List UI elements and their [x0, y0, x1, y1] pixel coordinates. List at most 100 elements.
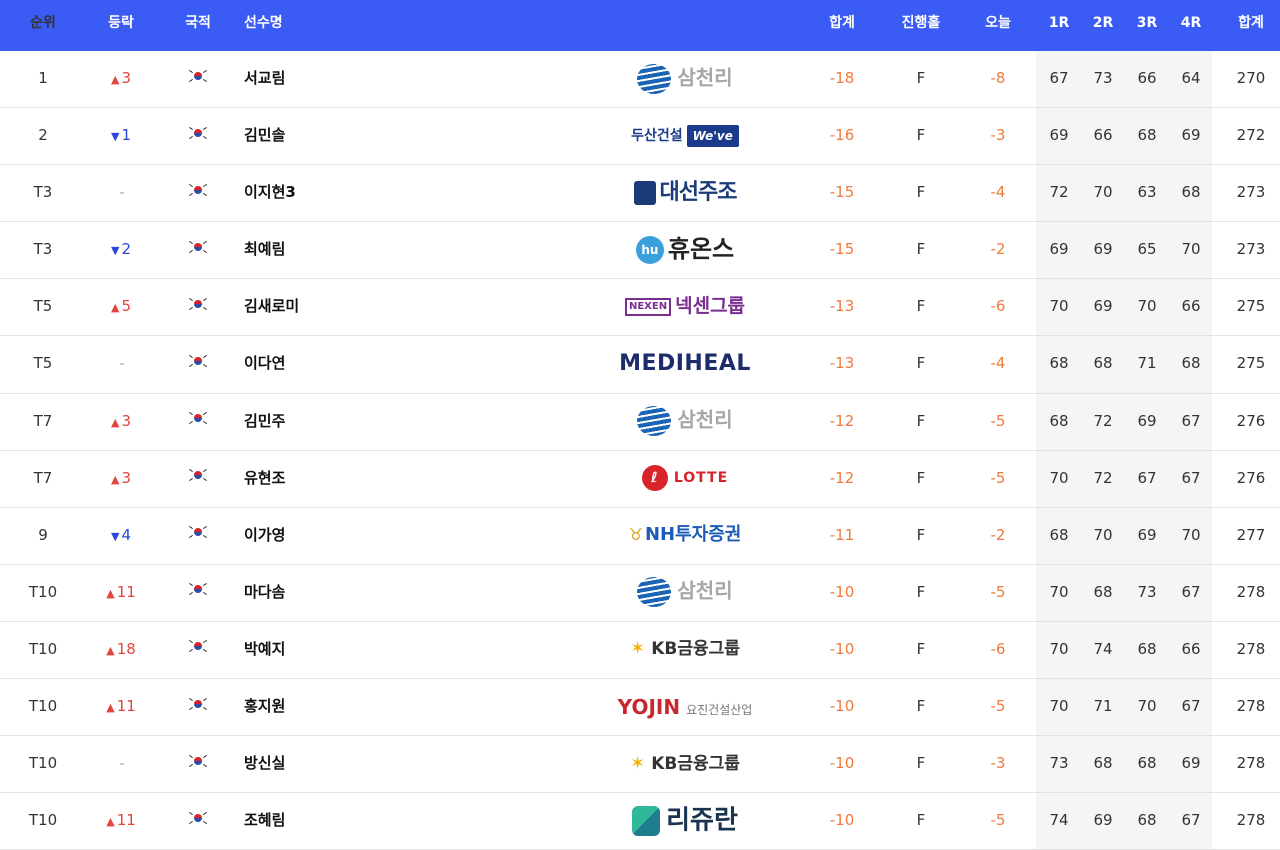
total-score: -10	[829, 582, 855, 601]
player-name[interactable]: 최예림	[244, 222, 504, 279]
round1-score: 70	[1049, 582, 1069, 601]
sponsor-logo: 리쥬란	[600, 793, 770, 850]
today-score: -5	[990, 411, 1006, 430]
sponsor-sub-text: ℓ	[641, 465, 668, 492]
sponsor-text: 리쥬란	[666, 805, 738, 836]
round3-score: 68	[1137, 639, 1157, 658]
player-name[interactable]: 김새로미	[244, 279, 504, 336]
round3-score: 66	[1137, 69, 1157, 87]
sponsor-logo: ℓ LOTTE	[600, 451, 770, 508]
round1-score: 70	[1049, 697, 1069, 716]
movement-cell: ▼ 1	[86, 108, 156, 165]
movement-value: 2	[121, 240, 131, 259]
player-name[interactable]: 유현조	[244, 451, 504, 508]
table-row[interactable]: T10 ▲ 11 마다솜 삼천리 -10 F -5 70 68 73 67 278	[0, 565, 1280, 622]
total-score: -13	[829, 354, 855, 373]
sponsor-yojin-logo: YOJIN 요진건설산업	[618, 697, 753, 717]
total-strokes: 278	[1236, 811, 1266, 830]
table-row[interactable]: T10 ▲ 11 홍지원 YOJIN 요진건설산업 -10 F -5 70 71 7…	[0, 679, 1280, 737]
player-name[interactable]: 김민솔	[244, 108, 504, 165]
korea-flag-icon	[189, 753, 207, 768]
today-score: -3	[990, 126, 1006, 145]
header-r1: 1R	[1048, 15, 1070, 31]
sponsor-text: NH투자증권	[644, 524, 742, 546]
total-score: -12	[829, 468, 855, 487]
table-row[interactable]: T10 ▲ 11 조혜림 리쥬란 -10 F -5 74 69 68 67 278	[0, 793, 1280, 850]
movement-value: 4	[121, 525, 131, 544]
sponsor-nexen-logo: NEXEN 넥센그룹	[624, 297, 745, 316]
round2-score: 74	[1093, 639, 1113, 658]
movement-cell: ▲ 11	[86, 679, 156, 736]
round3-score: 69	[1137, 525, 1157, 544]
today-score: -3	[990, 754, 1006, 773]
header-r3: 3R	[1136, 15, 1158, 31]
header-total: 합계	[829, 15, 855, 31]
arrow-up-icon: ▲	[110, 73, 120, 86]
movement-value: -	[119, 183, 125, 202]
sponsor-samchully-logo: 삼천리	[637, 577, 733, 608]
round3-score: 73	[1137, 582, 1157, 601]
today-score: -8	[990, 69, 1006, 87]
player-name[interactable]: 이가영	[244, 508, 504, 565]
korea-flag-icon	[189, 182, 207, 197]
sponsor-daesun-logo: 대선주조	[633, 180, 737, 205]
leaderboard: 순위 등락 국적 선수명 합계 진행홀 오늘 1R 2R 3R 4R 합계 1 …	[0, 0, 1280, 850]
today-score: -6	[990, 639, 1006, 658]
samchully-mark-icon	[637, 577, 672, 608]
total-strokes: 276	[1236, 411, 1266, 430]
hole-progress: F	[916, 126, 926, 145]
player-name[interactable]: 조혜림	[244, 793, 504, 850]
total-score: -16	[829, 126, 855, 145]
table-row[interactable]: T10 ▲ 18 박예지 ✶ KB금융그룹 -10 F -6 70 74 68 66…	[0, 622, 1280, 680]
round1-score: 70	[1049, 297, 1069, 316]
player-name[interactable]: 박예지	[244, 622, 504, 679]
rank-cell: T5	[33, 354, 53, 373]
today-score: -4	[990, 354, 1006, 373]
round2-score: 72	[1093, 411, 1113, 430]
sponsor-logo: NEXEN 넥센그룹	[600, 279, 770, 336]
korea-flag-icon	[189, 68, 207, 83]
table-row[interactable]: T7 ▲ 3 유현조 ℓ LOTTE -12 F -5 70 72 67 67 27…	[0, 451, 1280, 508]
round3-score: 70	[1137, 297, 1157, 316]
player-name[interactable]: 이다연	[244, 336, 504, 393]
lyuran-mark-icon	[632, 805, 661, 836]
movement-value: 3	[121, 69, 131, 87]
table-row[interactable]: 2 ▼ 1 김민솔 두산건설 We've -16 F -3 69 66 68 69 …	[0, 108, 1280, 166]
nationality-cell	[175, 279, 221, 336]
player-name[interactable]: 홍지원	[244, 679, 504, 736]
rank-cell: 2	[38, 126, 48, 145]
player-name[interactable]: 이지현3	[244, 165, 504, 222]
sponsor-logo: ✶ KB금융그룹	[600, 736, 770, 793]
table-row[interactable]: T5 - 이다연 MEDIHEAL -13 F -4 68 68 71 68 2…	[0, 336, 1280, 394]
round3-score: 63	[1137, 183, 1157, 202]
table-row[interactable]: T10 - 방신실 ✶ KB금융그룹 -10 F -3 73 68 68 69 2…	[0, 736, 1280, 794]
rank-cell: 1	[38, 69, 48, 87]
player-name[interactable]: 마다솜	[244, 565, 504, 622]
sponsor-logo: hu 휴온스	[600, 222, 770, 279]
table-row[interactable]: T7 ▲ 3 김민주 삼천리 -12 F -5 68 72 69 67 276	[0, 394, 1280, 451]
player-name[interactable]: 김민주	[244, 394, 504, 451]
round2-score: 73	[1093, 69, 1113, 87]
today-score: -6	[990, 297, 1006, 316]
sponsor-logo: MEDIHEAL	[600, 336, 770, 393]
rank-cell: T3	[33, 240, 53, 259]
round1-score: 68	[1049, 354, 1069, 373]
round2-score: 66	[1093, 126, 1113, 145]
table-row[interactable]: T3 ▼ 2 최예림 hu 휴온스 -15 F -2 69 69 65 70 273	[0, 222, 1280, 280]
player-name[interactable]: 방신실	[244, 736, 504, 793]
round1-score: 72	[1049, 183, 1069, 202]
round2-score: 69	[1093, 297, 1113, 316]
sponsor-doosan-logo: 두산건설 We've	[631, 124, 739, 147]
korea-flag-icon	[189, 353, 207, 368]
movement-cell: ▲ 11	[86, 793, 156, 850]
table-row[interactable]: 1 ▲ 3 서교림 삼천리 -18 F -8 67 73 66 64 270	[0, 51, 1280, 109]
total-strokes: 270	[1236, 69, 1266, 87]
table-row[interactable]: T3 - 이지현3 대선주조 -15 F -4 72 70 63 68 273	[0, 165, 1280, 223]
total-strokes: 273	[1236, 183, 1266, 202]
player-name[interactable]: 서교림	[244, 51, 504, 108]
round2-score: 70	[1093, 525, 1113, 544]
table-row[interactable]: T5 ▲ 5 김새로미 NEXEN 넥센그룹 -13 F -6 70 69 70 6…	[0, 279, 1280, 337]
movement-cell: ▲ 5	[86, 279, 156, 336]
today-score: -5	[990, 697, 1006, 716]
table-row[interactable]: 9 ▼ 4 이가영 ♉ NH투자증권 -11 F -2 68 70 69 70 27…	[0, 508, 1280, 565]
